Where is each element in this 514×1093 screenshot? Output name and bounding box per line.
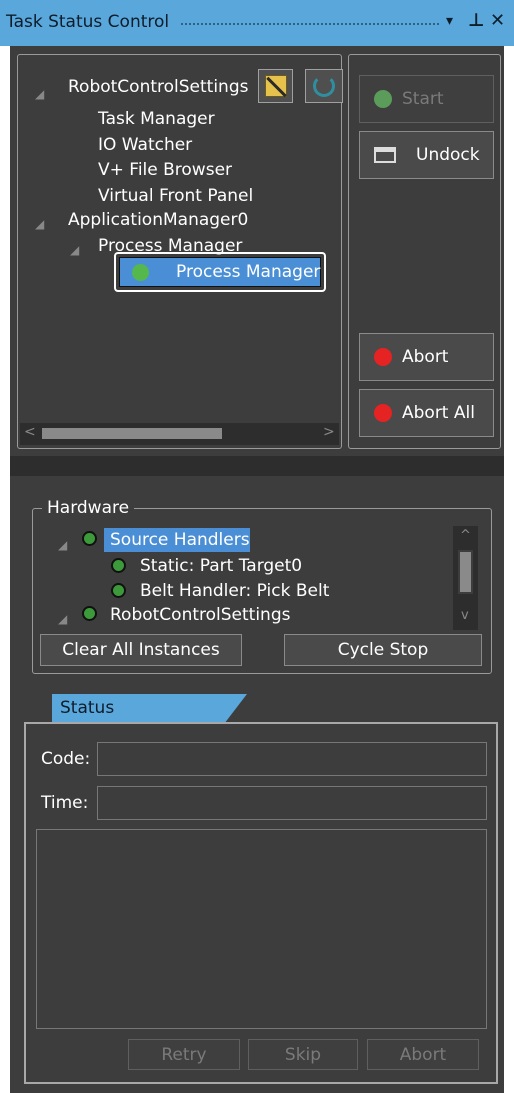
disable-warning-icon <box>264 75 287 98</box>
tree-item-vplus-file-browser[interactable]: V+ File Browser <box>98 159 232 181</box>
hardware-item-source-handlers[interactable]: Source Handlers <box>110 529 250 551</box>
splitter[interactable] <box>10 456 504 476</box>
expand-arrow-icon[interactable]: ◢ <box>58 538 67 552</box>
tab-status-label: Status <box>60 698 115 718</box>
dropdown-icon[interactable]: ▾ <box>446 10 453 32</box>
tree-item-process-manager: Process Manager <box>176 262 321 282</box>
scroll-thumb[interactable] <box>458 550 473 594</box>
scroll-up-icon[interactable]: ^ <box>460 528 471 543</box>
start-button[interactable]: Start <box>359 75 494 123</box>
start-label: Start <box>402 89 444 109</box>
clear-all-instances-button[interactable]: Clear All Instances <box>40 634 242 666</box>
abort-button[interactable]: Abort <box>359 333 494 381</box>
window-title: Task Status Control <box>6 12 170 32</box>
window-icon <box>374 147 396 163</box>
hardware-item-belt-handler[interactable]: Belt Handler: Pick Belt <box>140 580 329 602</box>
scroll-left-icon[interactable]: < <box>24 424 36 440</box>
title-bar: Task Status Control ▾ ⊥ ✕ <box>0 0 514 46</box>
hardware-item-robotcontrolsettings[interactable]: RobotControlSettings <box>110 604 290 626</box>
task-tree: ◢ RobotControlSettings Task Manager IO W… <box>17 54 343 449</box>
time-label: Time: <box>41 793 89 813</box>
scroll-right-icon[interactable]: > <box>323 424 335 440</box>
code-label: Code: <box>41 749 91 769</box>
drag-grip[interactable] <box>180 22 440 27</box>
status-green-icon <box>111 583 126 598</box>
vertical-scrollbar[interactable]: ^ v <box>453 526 478 630</box>
status-red-icon <box>374 404 392 422</box>
tab-status[interactable]: Status <box>52 694 247 724</box>
time-field[interactable] <box>97 786 487 820</box>
selected-tree-item[interactable]: Process Manager <box>114 252 326 292</box>
task-actions: Start Undock Abort Abort All <box>348 54 501 449</box>
tree-item-virtual-front-panel[interactable]: Virtual Front Panel <box>98 185 253 207</box>
status-green-icon <box>132 264 149 281</box>
scroll-thumb[interactable] <box>42 428 222 439</box>
tree-item-io-watcher[interactable]: IO Watcher <box>98 134 192 156</box>
status-green-icon <box>82 606 97 621</box>
abort-label: Abort <box>402 347 449 367</box>
retry-button[interactable]: Retry <box>128 1039 240 1070</box>
abort-recovery-button[interactable]: Abort <box>367 1039 479 1070</box>
undock-label: Undock <box>416 145 480 165</box>
close-icon[interactable]: ✕ <box>490 10 505 32</box>
status-green-icon <box>111 558 126 573</box>
undock-button[interactable]: Undock <box>359 131 494 179</box>
expand-arrow-icon[interactable]: ◢ <box>35 217 44 231</box>
status-red-icon <box>374 348 392 366</box>
scroll-down-icon[interactable]: v <box>461 608 469 623</box>
expand-arrow-icon[interactable]: ◢ <box>70 243 79 257</box>
tree-item-robotcontrolsettings[interactable]: RobotControlSettings <box>68 76 248 98</box>
skip-button[interactable]: Skip <box>248 1039 358 1070</box>
status-green-icon <box>374 90 392 108</box>
tree-item-task-manager[interactable]: Task Manager <box>98 108 215 130</box>
status-message-area[interactable] <box>36 829 487 1029</box>
abort-all-button[interactable]: Abort All <box>359 389 494 437</box>
expand-arrow-icon[interactable]: ◢ <box>35 87 44 101</box>
tree-item-applicationmanager0[interactable]: ApplicationManager0 <box>68 209 248 231</box>
cycle-stop-button[interactable]: Cycle Stop <box>284 634 482 666</box>
hardware-group-label: Hardware <box>42 498 135 518</box>
pin-icon[interactable]: ⊥ <box>468 10 484 32</box>
horizontal-scrollbar[interactable]: < > <box>20 423 339 445</box>
warning-toggle-button[interactable] <box>258 69 293 103</box>
code-field[interactable] <box>97 742 487 776</box>
expand-arrow-icon[interactable]: ◢ <box>58 612 67 626</box>
status-green-icon <box>82 531 97 546</box>
abort-all-label: Abort All <box>402 403 475 423</box>
refresh-icon <box>313 75 335 97</box>
hardware-item-static-part-target[interactable]: Static: Part Target0 <box>140 555 302 577</box>
refresh-button[interactable] <box>305 69 343 103</box>
